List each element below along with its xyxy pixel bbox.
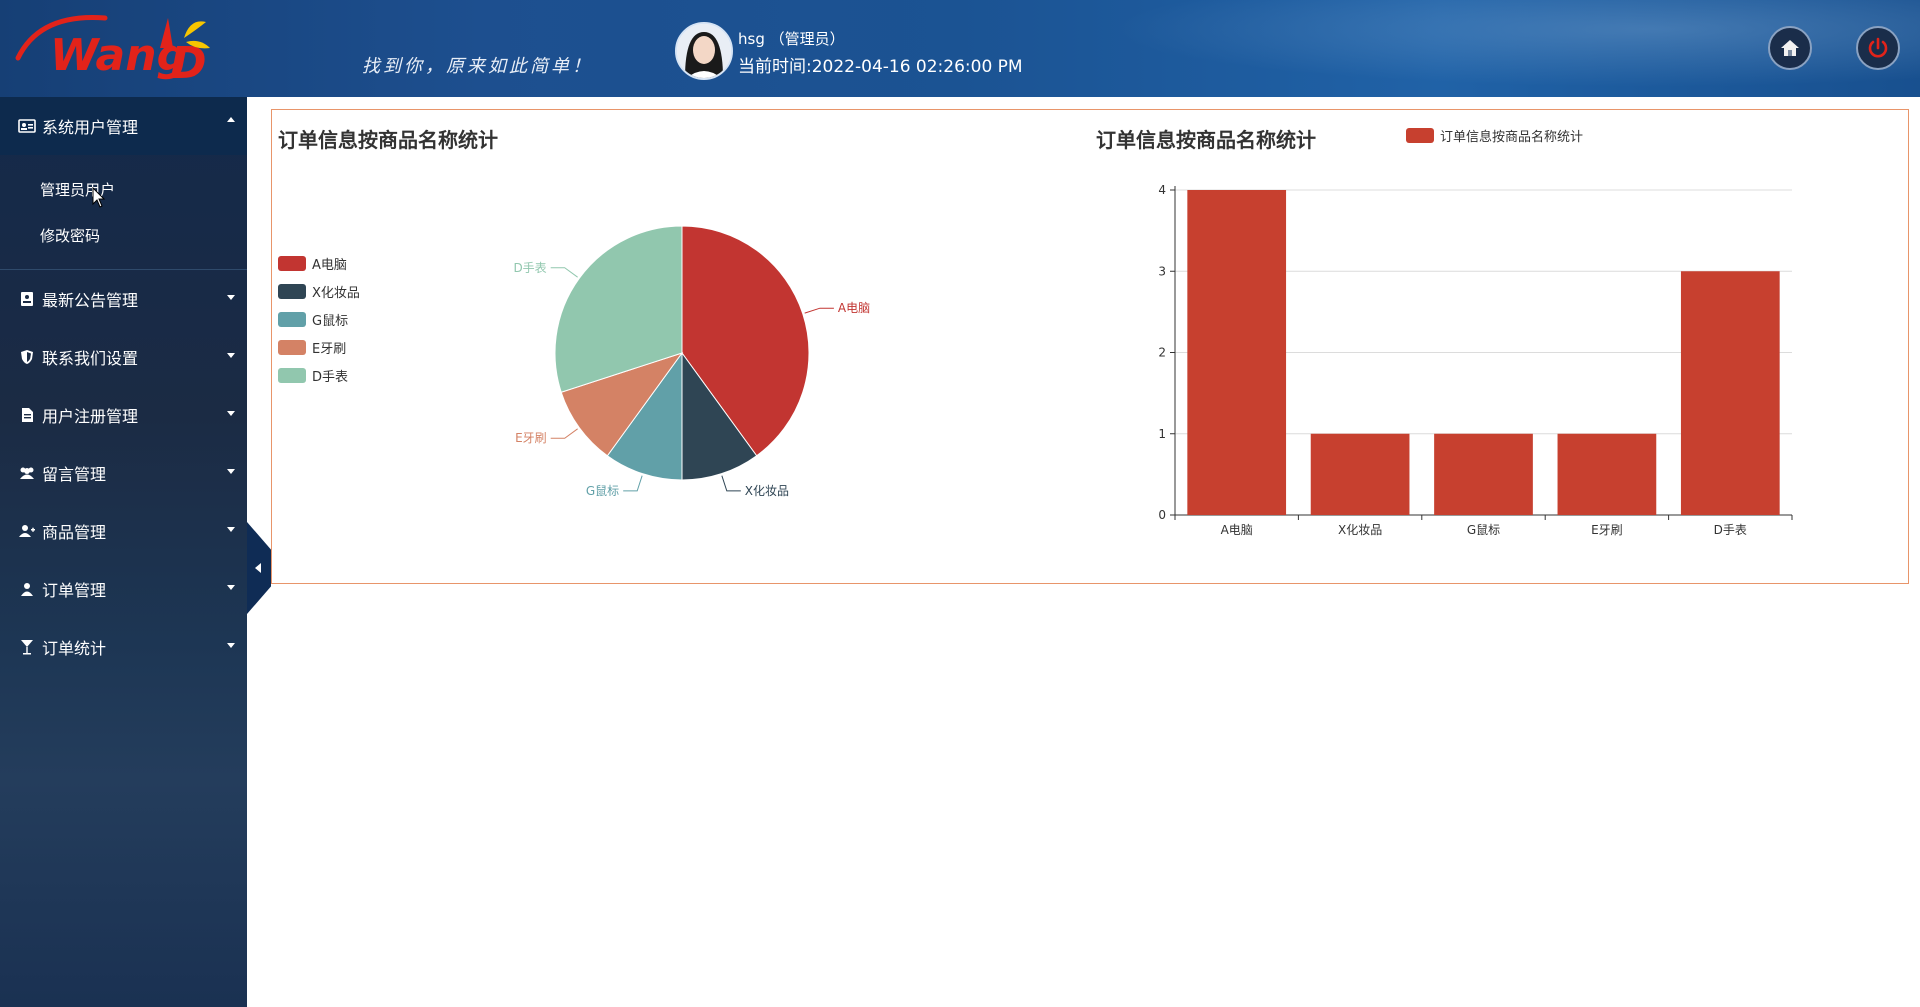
chevron-up-icon [227, 117, 235, 122]
x-tick-label: X化妆品 [1338, 523, 1382, 537]
sidebar-item-label: 用户注册管理 [42, 407, 139, 426]
sidebar-item-registration[interactable]: 用户注册管理 [0, 391, 247, 439]
current-time: 当前时间:2022-04-16 02:26:00 PM [738, 57, 1023, 77]
chevron-left-icon [255, 563, 261, 573]
chevron-down-icon [227, 469, 235, 474]
bar[interactable] [1187, 190, 1287, 515]
user-plus-icon [18, 523, 36, 539]
bar[interactable] [1310, 433, 1410, 515]
document-icon [18, 407, 36, 423]
chevron-down-icon [227, 353, 235, 358]
y-tick-label: 0 [1158, 508, 1166, 522]
cocktail-icon [18, 639, 36, 655]
bar[interactable] [1680, 271, 1780, 515]
pie-label-line [550, 428, 578, 439]
pie-slice-label: A电脑 [838, 301, 870, 315]
user-name: hsg （管理员） [738, 30, 845, 48]
y-tick-label: 4 [1158, 183, 1166, 197]
sidebar-collapse-toggle[interactable] [247, 522, 271, 614]
sidebar-item-contact[interactable]: 联系我们设置 [0, 333, 247, 381]
y-tick-label: 3 [1158, 264, 1166, 278]
sidebar-item-label: 留言管理 [42, 465, 107, 484]
x-tick-label: G鼠标 [1467, 523, 1500, 537]
sidebar-item-label: 订单统计 [42, 639, 107, 658]
shield-icon [18, 349, 36, 365]
bar[interactable] [1434, 433, 1533, 515]
avatar-image [677, 24, 731, 78]
submenu-change-password[interactable]: 修改密码 [40, 225, 100, 246]
sidebar-item-label: 最新公告管理 [42, 291, 139, 310]
header-slogan: 找到你，原来如此简单！ [362, 56, 593, 77]
sidebar-item-notices[interactable]: 最新公告管理 [0, 275, 247, 323]
sidebar-item-system-users[interactable]: 系统用户管理 [0, 97, 247, 155]
chevron-down-icon [227, 411, 235, 416]
pie-slice-label: E牙刷 [515, 431, 547, 445]
users-icon [18, 465, 36, 481]
power-icon [1868, 37, 1888, 58]
pie-label-line [623, 475, 643, 492]
notice-icon [18, 291, 36, 307]
sidebar-menu: 系统用户管理 管理员用户 修改密码 最新公告管理 联系我们设置 用户注册管理 留… [0, 97, 247, 1007]
sidebar-item-label: 商品管理 [42, 523, 107, 542]
home-button[interactable] [1768, 26, 1812, 70]
pie-slice-label: D手表 [513, 261, 546, 275]
chevron-down-icon [227, 295, 235, 300]
bar[interactable] [1557, 433, 1657, 515]
x-tick-label: A电脑 [1221, 523, 1253, 537]
pie-chart: A电脑 X化妆品 G鼠标 E牙刷 D手表 [513, 225, 870, 498]
pie-slice-label: G鼠标 [586, 484, 619, 498]
sidebar-item-orders[interactable]: 订单管理 [0, 565, 247, 613]
x-tick-label: D手表 [1714, 523, 1747, 537]
sidebar-divider [0, 269, 247, 270]
app-logo[interactable]: Wang D [10, 8, 210, 90]
y-tick-label: 2 [1158, 346, 1166, 360]
sidebar-item-messages[interactable]: 留言管理 [0, 449, 247, 497]
statistics-panel: 订单信息按商品名称统计 订单信息按商品名称统计 A电脑 X化妆品 G鼠标 E牙刷 D手表… [271, 109, 1909, 584]
x-tick-label: E牙刷 [1591, 523, 1623, 537]
sidebar-item-label: 订单管理 [42, 581, 107, 600]
pie-label-line [721, 475, 741, 492]
top-header: Wang D 找到你，原来如此简单！ hsg （管理员） 当前时间:2022-0… [0, 0, 1920, 97]
pie-label-line [550, 267, 578, 278]
pie-slice-label: X化妆品 [745, 484, 789, 498]
user-avatar[interactable] [675, 22, 733, 80]
user-icon [18, 581, 36, 597]
y-tick-label: 1 [1158, 427, 1166, 441]
sidebar-item-label: 联系我们设置 [42, 349, 139, 368]
logout-button[interactable] [1856, 26, 1900, 70]
user-card-icon [18, 118, 36, 134]
sidebar-item-label: 系统用户管理 [42, 118, 139, 137]
chevron-down-icon [227, 527, 235, 532]
pie-label-line [804, 307, 834, 314]
sidebar-item-order-stats[interactable]: 订单统计 [0, 623, 247, 671]
chevron-down-icon [227, 643, 235, 648]
mouse-cursor-icon [92, 187, 106, 208]
chevron-down-icon [227, 585, 235, 590]
home-icon [1781, 40, 1799, 56]
bar-chart: 0 1 2 3 4 A电脑 X化妆品 G鼠标 E牙刷 D手表 [1158, 183, 1793, 537]
sidebar-item-products[interactable]: 商品管理 [0, 507, 247, 555]
